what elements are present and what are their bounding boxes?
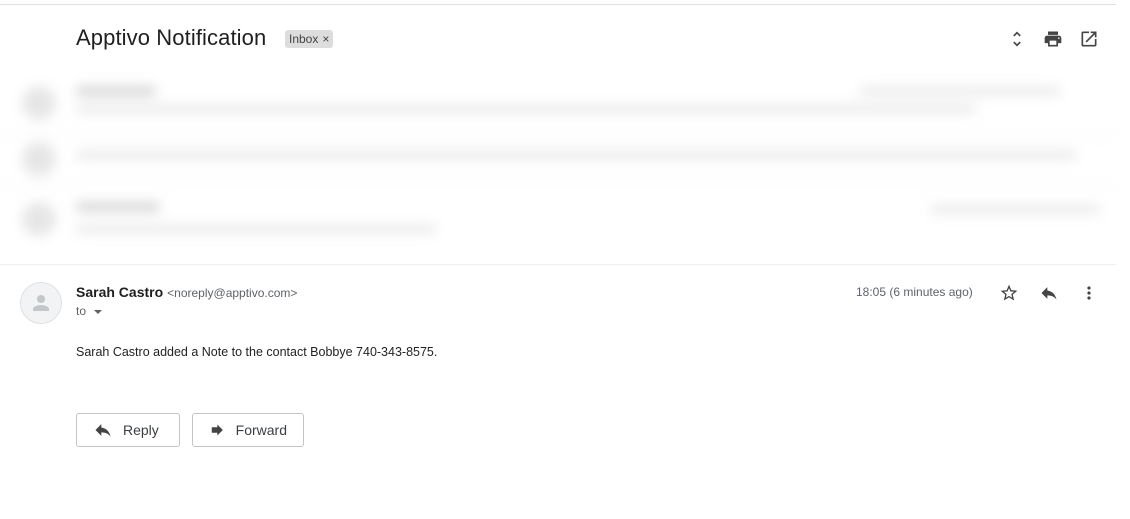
avatar (22, 86, 56, 120)
message-timestamp: 18:05 (6 minutes ago) (856, 285, 973, 299)
inbox-label-chip[interactable]: Inbox × (285, 30, 334, 48)
recipient-label: to (76, 304, 87, 318)
avatar (22, 142, 56, 176)
email-subject: Apptivo Notification (76, 25, 267, 50)
label-text: Inbox (289, 32, 319, 46)
reply-icon (95, 424, 111, 437)
print-icon[interactable] (1042, 28, 1064, 50)
collapsed-thread-messages[interactable] (0, 72, 1116, 262)
reply-button[interactable]: Reply (76, 413, 180, 447)
avatar (22, 202, 56, 236)
message-body: Sarah Castro added a Note to the contact… (76, 345, 438, 359)
recipient-details-toggle[interactable]: to (76, 304, 103, 318)
open-in-new-window-icon[interactable] (1078, 28, 1100, 50)
reply-icon[interactable] (1037, 281, 1061, 305)
thread-divider (0, 264, 1116, 265)
star-icon[interactable] (997, 281, 1021, 305)
forward-icon (211, 424, 223, 436)
sender-email: <noreply@apptivo.com> (167, 286, 298, 300)
sender-info: Sarah Castro <noreply@apptivo.com> (76, 284, 297, 300)
sender-name[interactable]: Sarah Castro (76, 284, 163, 300)
remove-label-icon[interactable]: × (322, 30, 329, 48)
forward-button[interactable]: Forward (192, 413, 304, 447)
forward-button-label: Forward (235, 422, 287, 438)
reply-button-label: Reply (123, 422, 159, 438)
chevron-down-icon (94, 309, 103, 314)
expand-collapse-icon[interactable] (1006, 28, 1028, 50)
person-icon (33, 295, 49, 311)
top-divider (0, 4, 1116, 5)
sender-avatar[interactable] (20, 282, 62, 324)
more-vert-icon[interactable] (1077, 281, 1101, 305)
